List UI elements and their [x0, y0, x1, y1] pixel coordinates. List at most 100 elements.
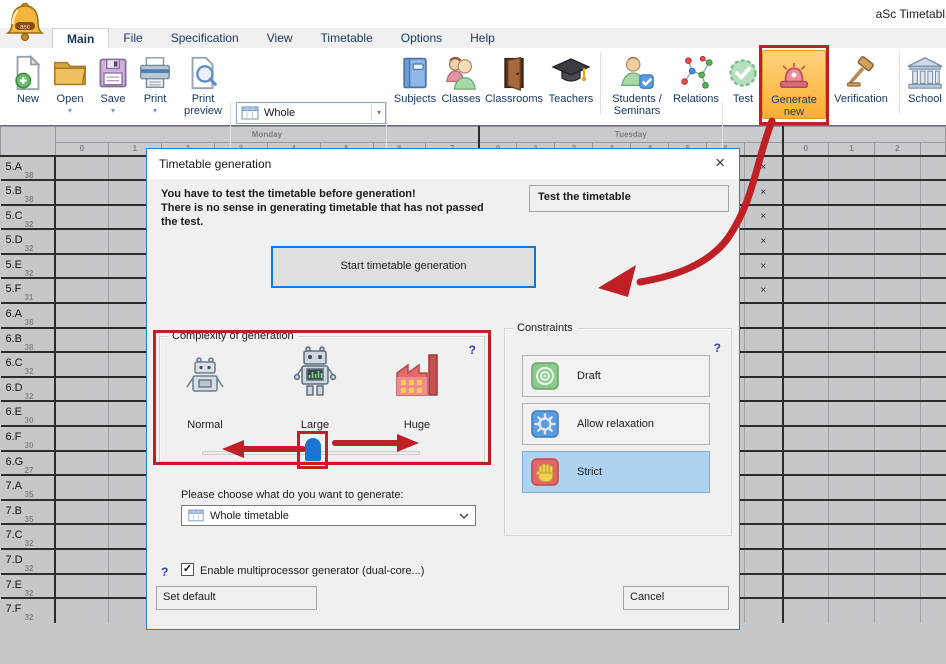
timetable-cell[interactable]	[55, 401, 108, 426]
timetable-cell[interactable]	[55, 524, 108, 549]
tab-help[interactable]: Help	[456, 28, 509, 48]
class-row-label[interactable]: 6.E30	[1, 401, 56, 426]
timetable-cell[interactable]	[783, 549, 829, 574]
timetable-cell[interactable]	[745, 377, 783, 402]
class-row-label[interactable]: 6.D32	[1, 377, 56, 402]
verification-button[interactable]: Verification	[826, 50, 896, 106]
timetable-cell[interactable]	[828, 524, 874, 549]
students-seminars-button[interactable]: Students / Seminars	[604, 50, 670, 117]
tab-specification[interactable]: Specification	[157, 28, 253, 48]
timetable-cell[interactable]	[745, 451, 783, 476]
timetable-cell[interactable]	[783, 254, 829, 279]
tab-options[interactable]: Options	[387, 28, 456, 48]
timetable-cell[interactable]	[828, 401, 874, 426]
class-row-label[interactable]: 5.A38	[1, 156, 56, 181]
timetable-cell[interactable]	[828, 598, 874, 623]
class-row-label[interactable]: 7.D32	[1, 549, 56, 574]
class-row-label[interactable]: 7.E32	[1, 574, 56, 599]
class-row-label[interactable]: 5.C32	[1, 205, 56, 230]
timetable-cell[interactable]	[783, 352, 829, 377]
timetable-cell[interactable]	[920, 426, 945, 451]
timetable-cell[interactable]	[783, 205, 829, 230]
timetable-cell[interactable]	[920, 500, 945, 525]
timetable-cell[interactable]	[874, 254, 920, 279]
timetable-cell[interactable]	[874, 475, 920, 500]
timetable-cell[interactable]: ×	[745, 180, 783, 205]
timetable-cell[interactable]	[55, 254, 108, 279]
timetable-cell[interactable]	[920, 377, 945, 402]
timetable-cell[interactable]	[874, 574, 920, 599]
timetable-cell[interactable]	[783, 426, 829, 451]
timetable-cell[interactable]	[874, 451, 920, 476]
class-row-label[interactable]: 6.B38	[1, 328, 56, 353]
timetable-cell[interactable]	[874, 278, 920, 303]
timetable-cell[interactable]	[55, 598, 108, 623]
new-button[interactable]: New	[8, 50, 48, 106]
timetable-cell[interactable]	[874, 352, 920, 377]
generate-what-dropdown[interactable]: Whole timetable	[181, 505, 476, 526]
timetable-cell[interactable]	[55, 377, 108, 402]
timetable-cell[interactable]	[828, 278, 874, 303]
timetable-cell[interactable]: ×	[745, 278, 783, 303]
timetable-cell[interactable]	[55, 303, 108, 328]
class-row-label[interactable]: 6.F30	[1, 426, 56, 451]
classrooms-button[interactable]: Classrooms	[483, 50, 545, 106]
timetable-cell[interactable]	[55, 451, 108, 476]
timetable-cell[interactable]	[828, 549, 874, 574]
complexity-option-large[interactable]: Large	[270, 419, 360, 431]
set-default-button[interactable]: Set default	[156, 586, 317, 610]
timetable-cell[interactable]	[920, 451, 945, 476]
dialog-titlebar[interactable]: Timetable generation ×	[147, 149, 739, 179]
class-row-label[interactable]: 5.D32	[1, 229, 56, 254]
class-row-label[interactable]: 5.F31	[1, 278, 56, 303]
timetable-cell[interactable]: ×	[745, 205, 783, 230]
timetable-cell[interactable]	[920, 254, 945, 279]
timetable-cell[interactable]	[55, 574, 108, 599]
timetable-cell[interactable]	[783, 377, 829, 402]
timetable-cell[interactable]	[920, 401, 945, 426]
timetable-cell[interactable]	[828, 574, 874, 599]
class-row-label[interactable]: 5.E32	[1, 254, 56, 279]
timetable-cell[interactable]	[874, 500, 920, 525]
timetable-cell[interactable]	[874, 180, 920, 205]
timetable-cell[interactable]	[920, 574, 945, 599]
timetable-cell[interactable]	[783, 156, 829, 181]
timetable-cell[interactable]	[783, 524, 829, 549]
class-row-label[interactable]: 6.G27	[1, 451, 56, 476]
print-dropdown-arrow-icon[interactable]: ▾	[153, 107, 157, 115]
timetable-cell[interactable]	[920, 303, 945, 328]
timetable-cell[interactable]	[55, 426, 108, 451]
timetable-cell[interactable]	[55, 328, 108, 353]
strict-button[interactable]: Strict	[522, 451, 710, 493]
open-dropdown-arrow-icon[interactable]: ▾	[68, 107, 72, 115]
timetable-cell[interactable]	[745, 352, 783, 377]
view-selector-dropdown[interactable]: Whole ▾	[236, 102, 386, 124]
timetable-cell[interactable]	[920, 549, 945, 574]
timetable-cell[interactable]	[745, 524, 783, 549]
tab-view[interactable]: View	[253, 28, 307, 48]
timetable-cell[interactable]	[874, 156, 920, 181]
timetable-cell[interactable]	[828, 451, 874, 476]
class-row-label[interactable]: 5.B38	[1, 180, 56, 205]
timetable-cell[interactable]	[55, 278, 108, 303]
timetable-cell[interactable]	[55, 205, 108, 230]
complexity-help-icon[interactable]: ?	[469, 343, 476, 357]
timetable-cell[interactable]	[920, 524, 945, 549]
class-row-label[interactable]: 7.B35	[1, 500, 56, 525]
timetable-cell[interactable]	[874, 205, 920, 230]
timetable-cell[interactable]	[874, 426, 920, 451]
open-button[interactable]: Open ▾	[48, 50, 92, 115]
timetable-cell[interactable]	[828, 475, 874, 500]
timetable-cell[interactable]	[783, 598, 829, 623]
close-icon[interactable]: ×	[715, 153, 725, 173]
timetable-cell[interactable]	[828, 352, 874, 377]
timetable-cell[interactable]	[783, 574, 829, 599]
timetable-cell[interactable]	[745, 598, 783, 623]
timetable-cell[interactable]	[745, 426, 783, 451]
timetable-cell[interactable]	[55, 156, 108, 181]
timetable-cell[interactable]	[874, 401, 920, 426]
generate-new-button[interactable]: Generate new	[762, 50, 826, 119]
timetable-cell[interactable]	[55, 180, 108, 205]
timetable-cell[interactable]: ×	[745, 229, 783, 254]
test-button[interactable]: Test	[724, 50, 762, 106]
